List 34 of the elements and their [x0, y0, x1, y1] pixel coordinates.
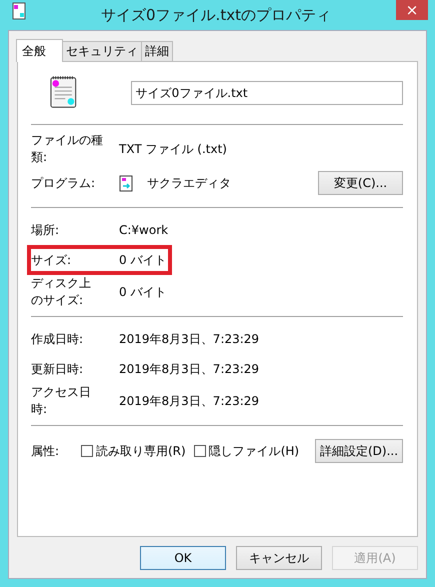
file-name-field[interactable]: サイズ0ファイル.txt	[130, 81, 403, 105]
checkbox-label: 読み取り専用(R)	[96, 442, 186, 460]
field-label: プログラム:	[31, 174, 96, 192]
field-value: サクラエディタ	[147, 174, 232, 192]
field-value: TXT ファイル (.txt)	[119, 140, 227, 158]
dialog-button[interactable]: OK	[140, 546, 226, 570]
field-value: 0 バイト	[119, 284, 166, 300]
field-label: 属性:	[31, 442, 60, 460]
dialog-button[interactable]: キャンセル	[236, 546, 322, 570]
checkbox-label: 隠しファイル(H)	[208, 442, 300, 460]
field-label: サイズ:	[31, 252, 72, 268]
field-value: 2019年8月3日、7:23:29	[119, 392, 260, 410]
field-value: 0 バイト	[119, 252, 166, 268]
notepad-icon	[12, 2, 26, 20]
notepad-icon	[119, 174, 133, 192]
field-value: 2019年8月3日、7:23:29	[119, 360, 260, 378]
advanced-button[interactable]: 詳細設定(D)...	[315, 439, 403, 463]
field-label: ファイルの種類:	[31, 132, 104, 166]
field-label: 場所:	[31, 222, 60, 238]
notepad-icon	[50, 75, 77, 109]
close-button[interactable]: ×	[396, 0, 428, 20]
field-value: C:¥work	[119, 223, 168, 237]
checkbox[interactable]	[81, 445, 93, 457]
field-label: 作成日時:	[31, 330, 84, 348]
change-button[interactable]: 変更(C)...	[318, 171, 403, 195]
tab[interactable]: 詳細	[141, 41, 173, 61]
field-label: ディスク上のサイズ:	[31, 275, 91, 309]
tab[interactable]: セキュリティ	[62, 41, 142, 61]
window-title: サイズ0ファイル.txtのプロパティ	[100, 6, 332, 24]
field-label: アクセス日時:	[31, 384, 91, 418]
tab[interactable]: 全般	[16, 39, 63, 62]
checkbox[interactable]	[194, 445, 206, 457]
field-label: 更新日時:	[31, 360, 84, 378]
field-value: 2019年8月3日、7:23:29	[119, 330, 260, 348]
